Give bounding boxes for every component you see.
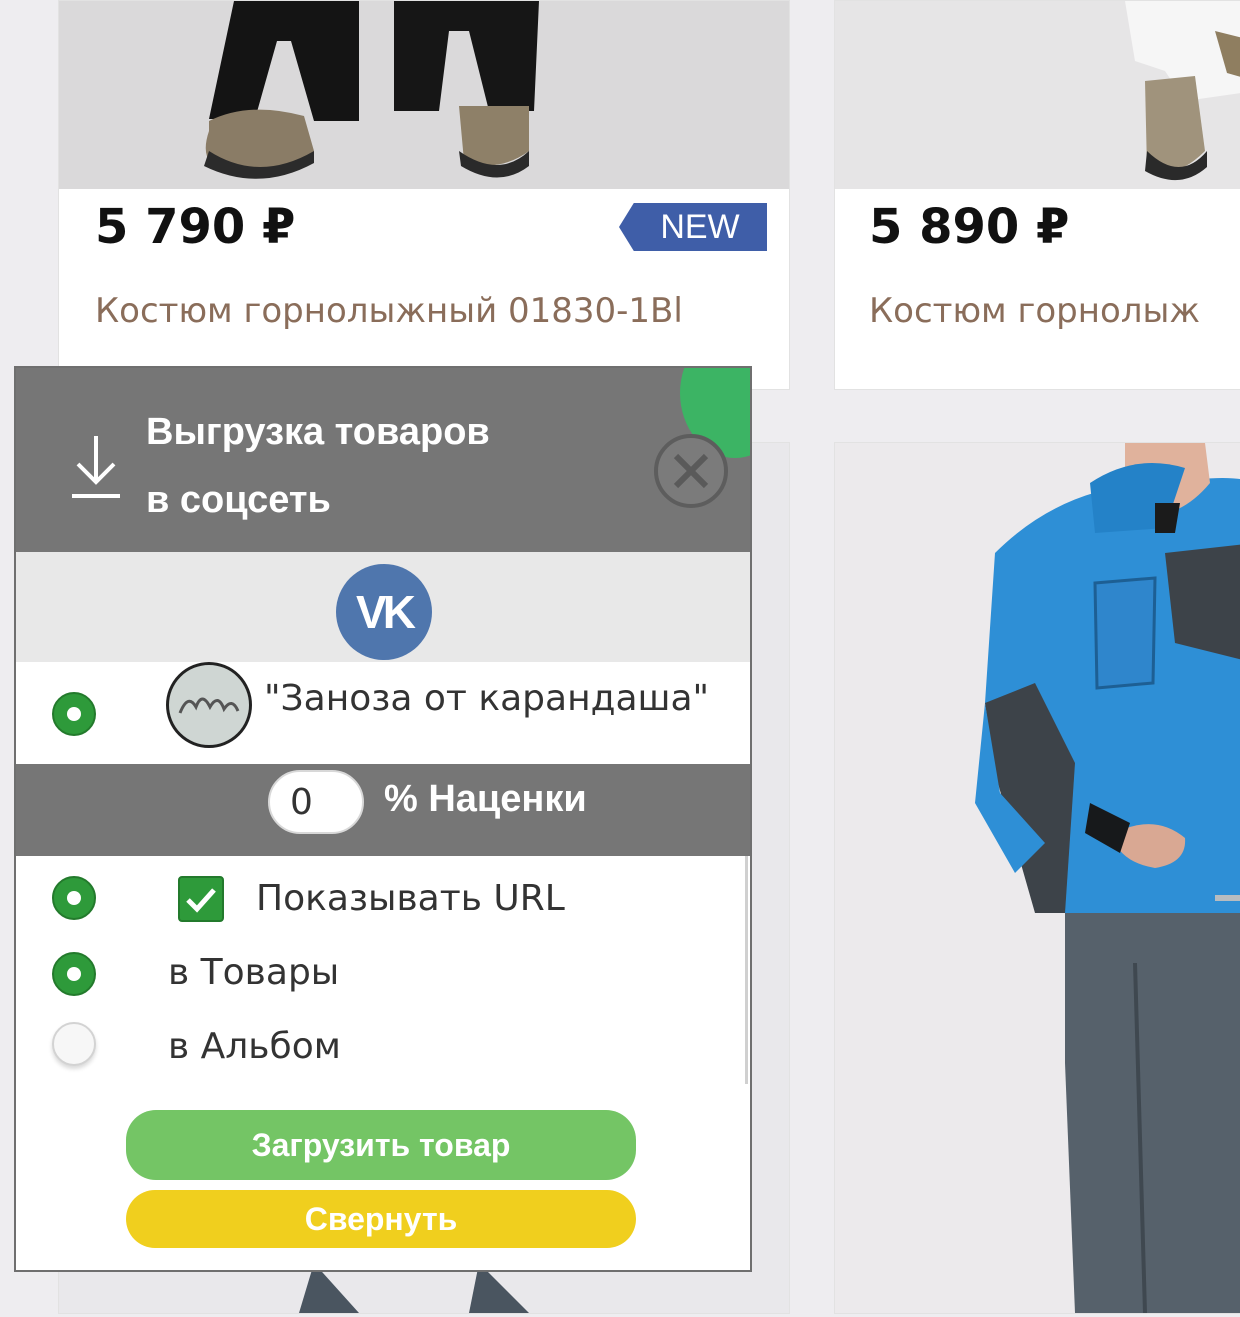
show-url-radio[interactable] [52, 876, 96, 920]
to-album-radio[interactable] [52, 1022, 96, 1066]
widget-title-line2: в соцсеть [146, 479, 331, 521]
to-goods-radio[interactable] [52, 952, 96, 996]
group-avatar [166, 662, 252, 748]
group-name: "Заноза от карандаша" [264, 678, 710, 719]
product-card[interactable]: 5 790 ₽ NEW Костюм горнолыжный 01830-1Bl [58, 0, 790, 390]
product-photo[interactable] [835, 1, 1240, 189]
markup-input[interactable] [268, 770, 364, 834]
widget-header: Выгрузка товаров в соцсеть [16, 368, 750, 552]
show-url-label: Показывать URL [256, 878, 565, 919]
markup-label: % Наценки [384, 778, 587, 820]
check-icon [186, 888, 216, 913]
network-selector: VK [16, 552, 750, 662]
show-url-checkbox[interactable] [178, 876, 224, 922]
product-card[interactable] [834, 442, 1240, 1314]
product-price: 5 890 ₽ [869, 199, 1070, 255]
group-logo-icon [178, 697, 240, 714]
options-panel: Показывать URL в Товары в Альбом [16, 856, 748, 1084]
product-photo[interactable] [835, 443, 1240, 1314]
product-photo[interactable] [59, 1, 789, 189]
download-icon [72, 436, 120, 498]
close-button[interactable] [654, 434, 728, 508]
social-export-widget: Выгрузка товаров в соцсеть VK "Заноза от… [14, 366, 752, 1272]
collapse-button[interactable]: Свернуть [126, 1190, 636, 1248]
product-title[interactable]: Костюм горнолыжный 01830-1Bl [95, 291, 683, 331]
new-badge: NEW [619, 203, 767, 251]
close-icon [673, 453, 709, 489]
upload-button[interactable]: Загрузить товар [126, 1110, 636, 1180]
product-price: 5 790 ₽ [95, 199, 296, 255]
group-radio[interactable] [52, 692, 96, 736]
widget-title-line1: Выгрузка товаров [146, 411, 490, 453]
product-title[interactable]: Костюм горнолыж [869, 291, 1200, 331]
markup-row: % Наценки [16, 764, 750, 856]
product-card[interactable]: 5 890 ₽ Костюм горнолыж [834, 0, 1240, 390]
to-goods-label: в Товары [168, 952, 340, 993]
widget-title: Выгрузка товаров в соцсеть [146, 398, 490, 534]
group-row[interactable]: "Заноза от карандаша" [16, 662, 750, 764]
vk-logo-icon[interactable]: VK [336, 564, 432, 660]
to-album-label: в Альбом [168, 1026, 341, 1067]
